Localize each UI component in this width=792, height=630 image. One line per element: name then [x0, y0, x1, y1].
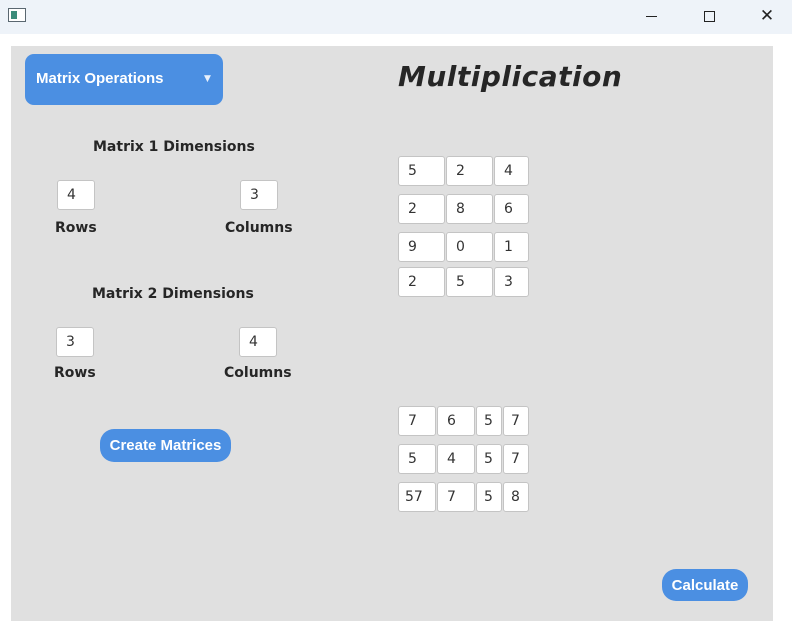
- app-icon: [8, 8, 26, 22]
- matrix2-cell[interactable]: 7: [398, 406, 436, 436]
- matrix2-columns-input[interactable]: 4: [239, 327, 277, 357]
- matrix2-cell[interactable]: 8: [503, 482, 529, 512]
- matrix1-cell[interactable]: 0: [446, 232, 493, 262]
- matrix2-dimensions-title: Matrix 2 Dimensions: [92, 286, 254, 302]
- matrix1-cell[interactable]: 2: [446, 156, 493, 186]
- matrix2-rows-label: Rows: [54, 365, 96, 381]
- operation-select-value: Matrix Operations: [36, 70, 164, 87]
- maximize-icon: [703, 10, 715, 22]
- matrix1-dimensions-title: Matrix 1 Dimensions: [93, 139, 255, 155]
- chevron-down-icon: ▼: [204, 74, 211, 84]
- matrix1-columns-input[interactable]: 3: [240, 180, 278, 210]
- matrix2-rows-input[interactable]: 3: [56, 327, 94, 357]
- matrix1-cell[interactable]: 2: [398, 267, 445, 297]
- minimize-button[interactable]: [622, 0, 680, 32]
- matrix2-cell[interactable]: 7: [503, 444, 529, 474]
- maximize-button[interactable]: [680, 0, 738, 32]
- matrix2-columns-label: Columns: [224, 365, 292, 381]
- matrix1-cell[interactable]: 1: [494, 232, 529, 262]
- page-title: Multiplication: [398, 60, 623, 93]
- create-matrices-button[interactable]: Create Matrices: [100, 429, 231, 462]
- matrix1-cell[interactable]: 3: [494, 267, 529, 297]
- matrix2-cell[interactable]: 7: [437, 482, 475, 512]
- close-icon: ✕: [759, 5, 775, 26]
- calculate-button[interactable]: Calculate: [662, 569, 748, 601]
- close-button[interactable]: ✕: [738, 0, 792, 32]
- matrix2-cell[interactable]: 6: [437, 406, 475, 436]
- matrix1-rows-label: Rows: [55, 220, 97, 236]
- matrix1-cell[interactable]: 4: [494, 156, 529, 186]
- matrix1-cell[interactable]: 5: [398, 156, 445, 186]
- matrix2-cell[interactable]: 5: [476, 444, 502, 474]
- matrix1-cell[interactable]: 5: [446, 267, 493, 297]
- minimize-icon: [645, 15, 657, 17]
- matrix2-cell[interactable]: 5: [476, 482, 502, 512]
- matrix2-cell[interactable]: 4: [437, 444, 475, 474]
- matrix1-cell[interactable]: 9: [398, 232, 445, 262]
- operation-select[interactable]: Matrix Operations ▼: [25, 54, 223, 105]
- matrix2-cell[interactable]: 57: [398, 482, 436, 512]
- matrix1-cell[interactable]: 6: [494, 194, 529, 224]
- matrix1-columns-label: Columns: [225, 220, 293, 236]
- matrix2-cell[interactable]: 5: [398, 444, 436, 474]
- matrix1-cell[interactable]: 8: [446, 194, 493, 224]
- matrix1-rows-input[interactable]: 4: [57, 180, 95, 210]
- main-panel: [11, 46, 773, 621]
- title-bar: ✕: [0, 0, 792, 34]
- matrix2-cell[interactable]: 5: [476, 406, 502, 436]
- matrix2-cell[interactable]: 7: [503, 406, 529, 436]
- matrix1-cell[interactable]: 2: [398, 194, 445, 224]
